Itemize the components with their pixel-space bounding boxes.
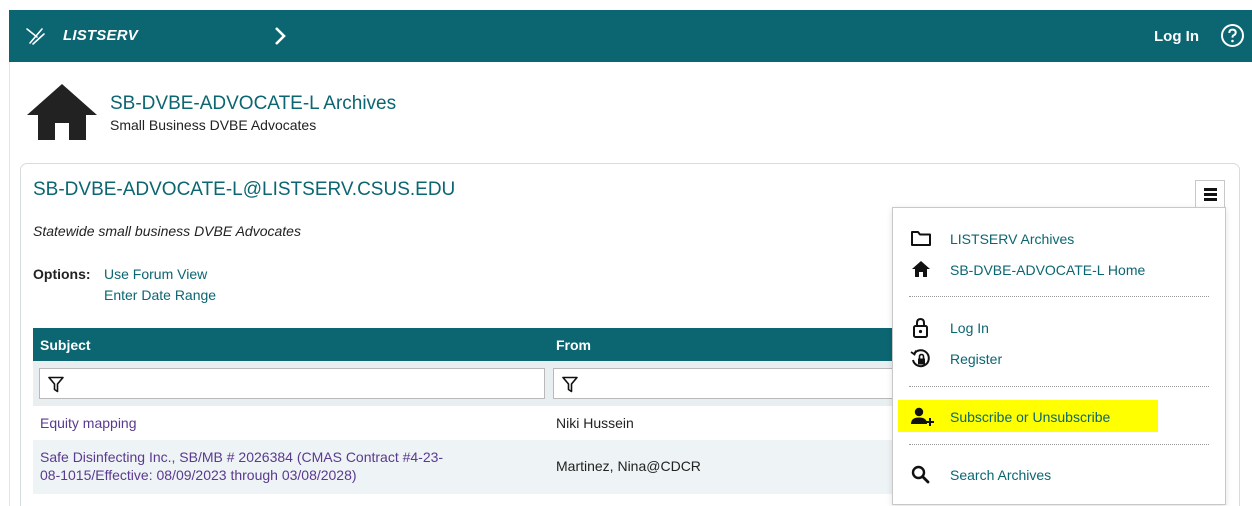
menu-divider bbox=[909, 386, 1209, 387]
use-forum-view-link[interactable]: Use Forum View bbox=[104, 266, 207, 282]
menu-divider bbox=[909, 296, 1209, 297]
table-row: Safe Disinfecting Inc., SB/MB # 2026384 … bbox=[33, 440, 893, 494]
menu-item-label: SB-DVBE-ADVOCATE-L Home bbox=[950, 262, 1146, 278]
menu-bar-top bbox=[1204, 188, 1217, 191]
home-icon bbox=[27, 84, 97, 140]
message-sender: Martinez, Nina@CDCR bbox=[556, 458, 701, 474]
hamburger-menu-button[interactable] bbox=[1195, 180, 1225, 208]
filter-icon bbox=[48, 376, 64, 393]
message-subject-link[interactable]: Safe Disinfecting Inc., SB/MB # 2026384 … bbox=[40, 449, 443, 466]
listserv-logo-icon bbox=[26, 28, 45, 45]
brand-name[interactable]: LISTSERV bbox=[63, 27, 138, 44]
menu-bar-middle bbox=[1204, 193, 1217, 196]
help-icon[interactable] bbox=[1220, 23, 1245, 48]
options-label: Options: bbox=[33, 266, 91, 282]
message-sender: Niki Hussein bbox=[556, 415, 634, 431]
register-icon bbox=[910, 349, 930, 368]
list-archives-title[interactable]: SB-DVBE-ADVOCATE-L Archives bbox=[110, 93, 396, 115]
message-subject-link-continued[interactable]: 08-1015/Effective: 08/09/2023 through 03… bbox=[40, 467, 357, 484]
menu-bar-bottom bbox=[1204, 198, 1217, 201]
list-subtitle: Small Business DVBE Advocates bbox=[110, 117, 317, 133]
from-filter-input[interactable] bbox=[553, 368, 893, 399]
menu-item-label: Register bbox=[950, 351, 1003, 367]
add-user-icon bbox=[911, 407, 934, 426]
message-subject-link[interactable]: Equity mapping bbox=[40, 415, 137, 432]
page-border bbox=[9, 62, 10, 506]
list-address-title: SB-DVBE-ADVOCATE-L@LISTSERV.CSUS.EDU bbox=[33, 179, 456, 200]
filter-row bbox=[33, 361, 893, 406]
table-row: Equity mapping Niki Hussein bbox=[33, 406, 893, 440]
menu-item-label: Log In bbox=[950, 320, 989, 336]
subject-filter-input[interactable] bbox=[39, 368, 545, 399]
folder-icon bbox=[911, 231, 931, 246]
chevron-right-icon[interactable] bbox=[270, 24, 290, 48]
home-icon bbox=[912, 261, 930, 277]
table-row-partial bbox=[33, 494, 893, 506]
search-icon bbox=[911, 465, 930, 484]
table-header: Subject From bbox=[33, 328, 893, 361]
list-description: Statewide small business DVBE Advocates bbox=[33, 223, 301, 239]
top-navigation-bar: LISTSERV Log In bbox=[9, 10, 1252, 62]
menu-item-label: Subscribe or Unsubscribe bbox=[950, 409, 1111, 425]
menu-divider bbox=[909, 444, 1209, 445]
subject-column-header[interactable]: Subject bbox=[40, 337, 91, 353]
archive-dropdown-menu: LISTSERV Archives SB-DVBE-ADVOCATE-L Hom… bbox=[892, 207, 1226, 505]
from-column-header[interactable]: From bbox=[556, 337, 591, 353]
filter-icon bbox=[562, 376, 578, 393]
lock-icon bbox=[913, 317, 928, 338]
menu-item-label: LISTSERV Archives bbox=[950, 231, 1075, 247]
enter-date-range-link[interactable]: Enter Date Range bbox=[104, 287, 216, 303]
login-link[interactable]: Log In bbox=[1154, 28, 1199, 45]
menu-item-label: Search Archives bbox=[950, 467, 1052, 483]
